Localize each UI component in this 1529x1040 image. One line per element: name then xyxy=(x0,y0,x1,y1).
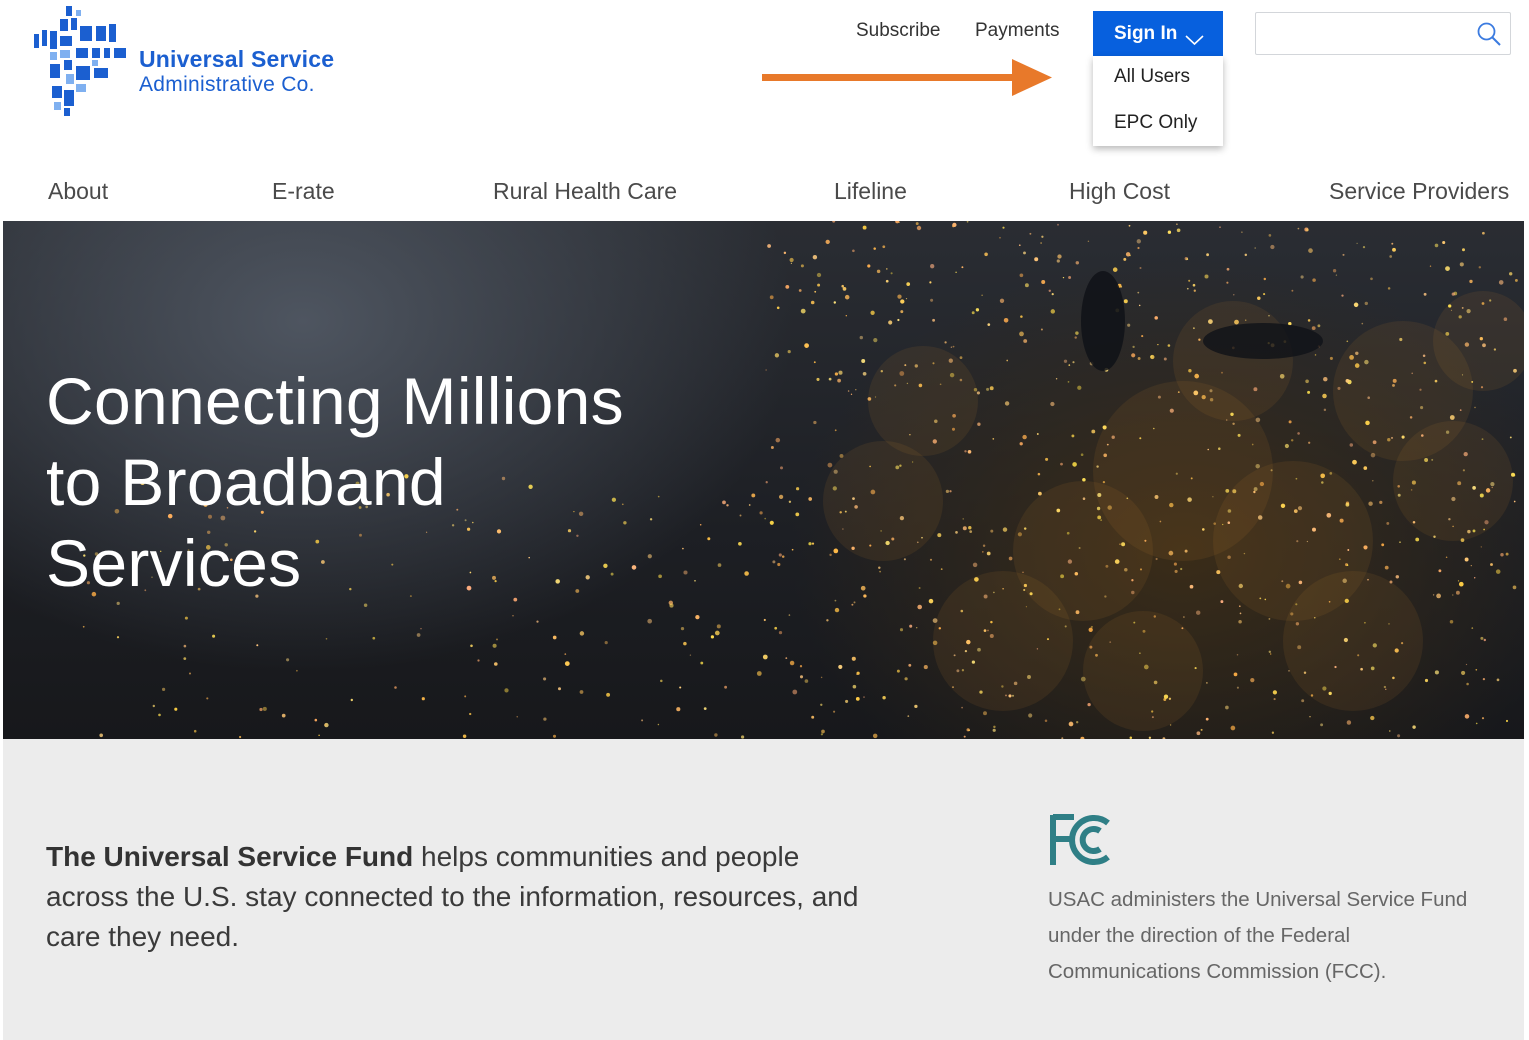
search-input[interactable] xyxy=(1255,12,1511,55)
hero-banner: Connecting Millions to Broadband Service… xyxy=(3,221,1524,739)
menu-item-all-users[interactable]: All Users xyxy=(1114,66,1190,88)
arrow-right-icon xyxy=(762,59,1052,96)
logo-name-line2: Administrative Co. xyxy=(139,73,315,96)
logo-wordmark: Universal Service Administrative Co. xyxy=(139,46,334,98)
hero-title-line: to Broadband xyxy=(46,445,446,519)
usf-description: The Universal Service Fund helps communi… xyxy=(46,837,866,957)
nav-item-high-cost[interactable]: High Cost xyxy=(1069,178,1170,205)
usf-info-section: The Universal Service Fund helps communi… xyxy=(3,739,1524,1040)
site-logo-link[interactable]: Universal Service Administrative Co. xyxy=(30,6,360,116)
logo-name-line1: Universal Service xyxy=(139,46,335,72)
payments-link[interactable]: Payments xyxy=(975,20,1059,42)
usf-description-bold: The Universal Service Fund xyxy=(46,841,414,872)
sign-in-label: Sign In xyxy=(1114,22,1178,44)
nav-item-service-providers[interactable]: Service Providers xyxy=(1329,178,1509,205)
fcc-description: USAC administers the Universal Service F… xyxy=(1048,888,1468,983)
nav-item-e-rate[interactable]: E-rate xyxy=(272,178,335,205)
hero-title-line: Connecting Millions xyxy=(46,364,624,438)
nav-item-lifeline[interactable]: Lifeline xyxy=(834,178,907,205)
usac-logo-mark-icon xyxy=(34,6,126,116)
search-icon[interactable] xyxy=(1476,21,1502,47)
main-nav: About E-rate Rural Health Care Lifeline … xyxy=(0,170,1529,214)
menu-item-epc-only[interactable]: EPC Only xyxy=(1114,112,1197,134)
hero-title-line: Services xyxy=(46,526,302,600)
site-header: Universal Service Administrative Co. Sub… xyxy=(0,0,1529,160)
chevron-down-icon xyxy=(1185,30,1204,45)
nav-item-about[interactable]: About xyxy=(48,178,108,205)
sign-in-dropdown-menu: All Users EPC Only xyxy=(1093,56,1223,146)
fcc-logo-icon xyxy=(1050,814,1110,865)
hero-title: Connecting Millions to Broadband Service… xyxy=(46,361,686,604)
nav-item-rural-health-care[interactable]: Rural Health Care xyxy=(493,178,677,205)
sign-in-button[interactable]: Sign In xyxy=(1093,11,1223,56)
subscribe-link[interactable]: Subscribe xyxy=(856,20,941,42)
